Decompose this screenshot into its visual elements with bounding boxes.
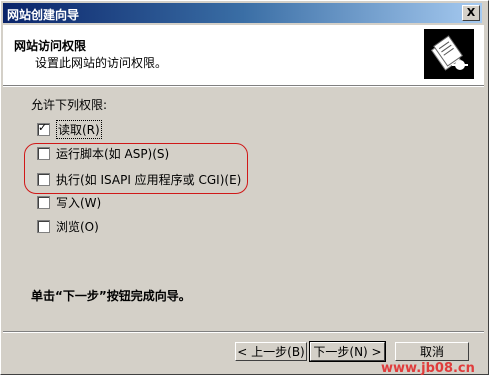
site-watermark: www.jb08.cn: [381, 361, 475, 376]
write-option[interactable]: 写入(W): [37, 194, 101, 210]
footer-divider: [3, 331, 484, 333]
next-button[interactable]: 下一步(N) >: [309, 341, 386, 362]
page-title: 网站访问权限: [14, 39, 87, 53]
title-bar: 网站创建向导 X: [3, 3, 482, 23]
read-checkbox[interactable]: [37, 121, 50, 136]
page-subtitle: 设置此网站的访问权限。: [35, 56, 168, 70]
finish-instruction: 单击“下一步”按钮完成向导。: [31, 289, 191, 303]
wizard-window: 网站创建向导 X 网站访问权限 设置此网站的访问权限。 允许下列权限: ✓ 读取…: [0, 0, 489, 375]
write-label: 写入(W): [56, 195, 102, 210]
write-checkbox[interactable]: [37, 195, 50, 209]
browse-checkbox[interactable]: [37, 219, 50, 233]
wizard-header: 网站访问权限 设置此网站的访问权限。: [3, 25, 484, 85]
close-button[interactable]: X: [462, 5, 480, 21]
wizard-book-icon: [424, 29, 474, 79]
browse-option[interactable]: 浏览(O): [37, 218, 99, 234]
read-permission-option[interactable]: 读取(R): [37, 119, 102, 139]
cancel-button[interactable]: 取消: [395, 342, 469, 361]
permissions-prompt: 允许下列权限:: [31, 98, 108, 112]
header-divider: [3, 85, 484, 87]
window-title: 网站创建向导: [7, 8, 80, 22]
read-label: 读取(R): [56, 119, 102, 139]
back-button[interactable]: < 上一步(B): [235, 342, 307, 361]
highlight-annotation: [24, 143, 248, 194]
browse-label: 浏览(O): [56, 219, 99, 234]
